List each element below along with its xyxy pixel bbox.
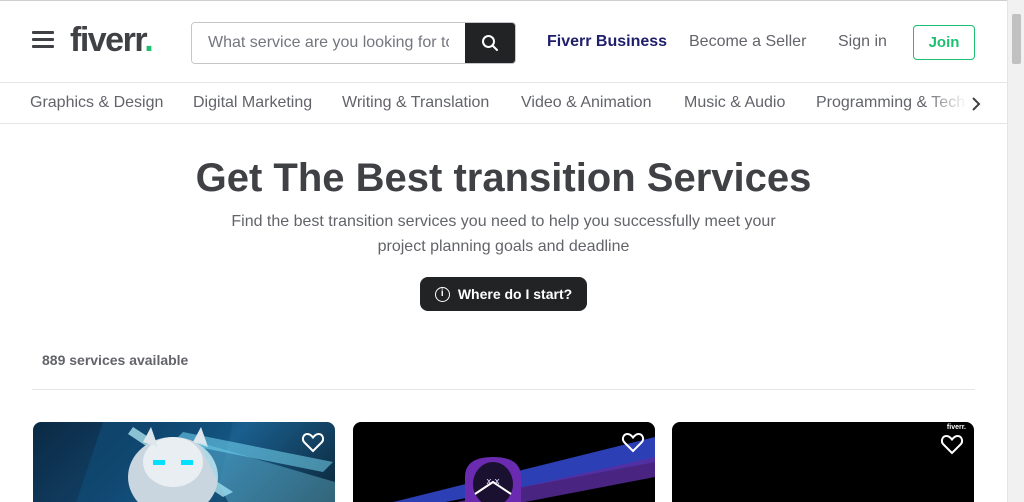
search-bar [191, 22, 516, 64]
heart-icon[interactable] [940, 433, 964, 455]
page: fiverr. Fiverr Business Become a Seller … [0, 0, 1007, 502]
gig-thumbnail [76, 422, 335, 502]
where-do-i-start-button[interactable]: i Where do I start? [420, 277, 587, 311]
fiverr-logo[interactable]: fiverr. [70, 21, 154, 60]
subtitle-line-1: Find the best transition services you ne… [231, 213, 776, 230]
logo-text: fiverr [70, 21, 146, 59]
services-count: 889 services available [42, 352, 189, 368]
scrollbar[interactable] [1007, 0, 1024, 502]
category-music-audio[interactable]: Music & Audio [684, 94, 785, 112]
gig-card[interactable]: x x [353, 422, 655, 502]
menu-icon[interactable] [32, 31, 54, 49]
gig-card[interactable]: fiverr. [672, 422, 974, 502]
gig-thumbnail: x x [393, 437, 655, 502]
category-graphics-design[interactable]: Graphics & Design [30, 94, 163, 112]
chevron-right-icon[interactable] [971, 96, 981, 112]
become-seller-link[interactable]: Become a Seller [689, 33, 806, 51]
where-do-i-start-label: Where do I start? [457, 286, 573, 302]
logo-dot: . [144, 21, 153, 59]
categories-menu: Graphics & Design Digital Marketing Writ… [0, 84, 1007, 124]
join-button[interactable]: Join [913, 25, 975, 60]
category-digital-marketing[interactable]: Digital Marketing [193, 94, 312, 112]
sign-in-link[interactable]: Sign in [838, 33, 887, 51]
divider [32, 389, 975, 390]
card-watermark: fiverr. [946, 424, 966, 431]
site-header: fiverr. Fiverr Business Become a Seller … [0, 1, 1007, 83]
heart-icon[interactable] [301, 431, 325, 453]
info-icon: i [434, 286, 450, 302]
category-writing-translation[interactable]: Writing & Translation [342, 94, 489, 112]
search-button[interactable] [465, 23, 515, 63]
search-icon [482, 35, 498, 51]
gig-card[interactable] [33, 422, 335, 502]
category-video-animation[interactable]: Video & Animation [521, 94, 651, 112]
page-subtitle: Find the best transition services you ne… [0, 209, 1007, 259]
subtitle-line-2: project planning goals and deadline [377, 238, 630, 255]
heart-icon[interactable] [621, 431, 645, 453]
search-input[interactable] [192, 23, 465, 63]
fiverr-business-link[interactable]: Fiverr Business [547, 33, 667, 51]
page-title: Get The Best transition Services [195, 156, 812, 200]
scrollbar-thumb[interactable] [1012, 14, 1021, 64]
